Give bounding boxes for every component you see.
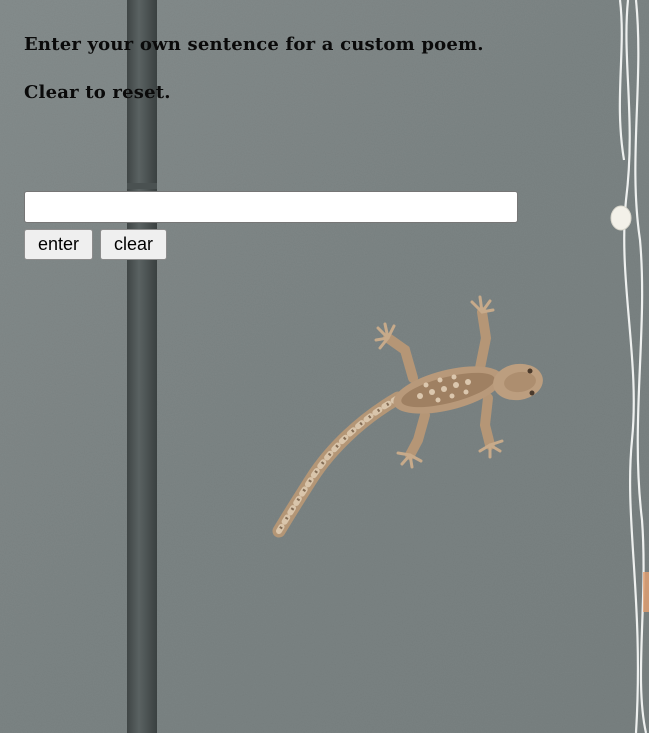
light-bulb: [610, 205, 632, 231]
instructions-block: Enter your own sentence for a custom poe…: [24, 32, 584, 106]
instruction-line-enter: Enter your own sentence for a custom poe…: [24, 34, 484, 55]
enter-button[interactable]: enter: [24, 229, 93, 260]
instruction-line-clear: Clear to reset.: [24, 82, 171, 103]
background-photo: [0, 0, 649, 733]
wall: [0, 0, 649, 733]
drain-pipe: [127, 0, 157, 733]
clear-button[interactable]: clear: [100, 229, 167, 260]
sentence-input[interactable]: [24, 191, 518, 223]
